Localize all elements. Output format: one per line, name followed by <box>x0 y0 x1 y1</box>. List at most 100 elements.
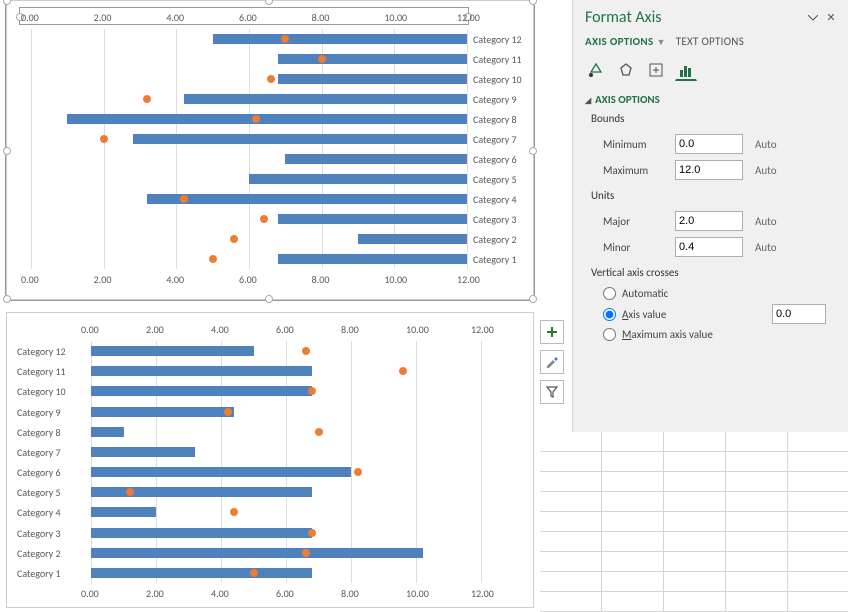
vcross-maxvalue-radio[interactable] <box>603 328 616 341</box>
category-label: Category 3 <box>473 213 517 226</box>
axis-options-icon[interactable] <box>675 59 697 81</box>
chart-1[interactable]: 0.000.002.002.004.004.006.006.008.008.00… <box>6 0 534 300</box>
minor-input[interactable] <box>675 237 743 257</box>
data-point[interactable] <box>230 235 238 243</box>
tab-text-options[interactable]: TEXT OPTIONS <box>676 35 744 51</box>
data-point[interactable] <box>100 135 108 143</box>
data-point[interactable] <box>260 215 268 223</box>
bar[interactable] <box>91 366 312 376</box>
bar[interactable] <box>278 54 467 64</box>
data-point[interactable] <box>318 55 326 63</box>
maximum-label: Maximum <box>603 164 675 177</box>
axis-tick-top: 0.00 <box>21 11 39 24</box>
axis-tick-bottom: 12.00 <box>457 273 480 286</box>
minimum-input[interactable] <box>675 134 743 154</box>
data-point[interactable] <box>354 468 362 476</box>
vcross-label: Vertical axis crosses <box>591 266 836 279</box>
minimum-label: Minimum <box>603 138 675 151</box>
bar[interactable] <box>91 507 156 517</box>
data-point[interactable] <box>315 428 323 436</box>
worksheet-grid[interactable] <box>540 432 848 612</box>
axis-tick-top: 4.00 <box>166 11 184 24</box>
bar[interactable] <box>358 234 467 244</box>
category-label: Category 6 <box>17 466 87 479</box>
bar[interactable] <box>91 407 234 417</box>
fill-line-icon[interactable] <box>585 59 607 81</box>
pane-title: Format Axis <box>585 8 802 27</box>
axis-tick-top: 6.00 <box>239 11 257 24</box>
bar[interactable] <box>91 386 312 396</box>
major-input[interactable] <box>675 211 743 231</box>
data-point[interactable] <box>252 115 260 123</box>
category-label: Category 2 <box>473 233 517 246</box>
tab-axis-options[interactable]: AXIS OPTIONS▼ <box>585 35 666 51</box>
data-point[interactable] <box>302 549 310 557</box>
pane-close-button[interactable]: ✕ <box>824 11 838 25</box>
data-point[interactable] <box>302 347 310 355</box>
data-point[interactable] <box>308 529 316 537</box>
category-label: Category 1 <box>17 567 87 580</box>
data-point[interactable] <box>126 488 134 496</box>
data-point[interactable] <box>399 367 407 375</box>
chart-styles-button[interactable] <box>540 350 564 374</box>
bar[interactable] <box>91 487 312 497</box>
category-label: Category 10 <box>473 73 522 86</box>
bar[interactable] <box>278 74 467 84</box>
chart-filters-button[interactable] <box>540 380 564 404</box>
data-point[interactable] <box>281 35 289 43</box>
data-point[interactable] <box>180 195 188 203</box>
plus-icon <box>546 326 558 338</box>
minimum-auto[interactable]: Auto <box>755 138 777 151</box>
chart-elements-button[interactable] <box>540 320 564 344</box>
chart-2[interactable]: 0.000.002.002.004.004.006.006.008.008.00… <box>6 312 534 608</box>
data-point[interactable] <box>250 569 258 577</box>
axis-tick-bottom: 0.00 <box>81 587 99 600</box>
category-label: Category 2 <box>17 547 87 560</box>
category-label: Category 4 <box>17 506 87 519</box>
bar[interactable] <box>91 528 312 538</box>
bar[interactable] <box>147 194 467 204</box>
data-point[interactable] <box>143 95 151 103</box>
bar[interactable] <box>133 134 467 144</box>
bar[interactable] <box>213 34 467 44</box>
bar[interactable] <box>91 447 195 457</box>
axis-tick-bottom: 8.00 <box>312 273 330 286</box>
category-label: Category 9 <box>473 93 517 106</box>
minor-auto[interactable]: Auto <box>755 241 777 254</box>
bar[interactable] <box>91 548 423 558</box>
vcross-automatic-radio[interactable] <box>603 287 616 300</box>
axis-tick-bottom: 2.00 <box>146 587 164 600</box>
axis-options-section[interactable]: AXIS OPTIONS <box>585 93 836 106</box>
major-auto[interactable]: Auto <box>755 215 777 228</box>
pane-menu-button[interactable] <box>806 11 820 25</box>
bar[interactable] <box>91 568 312 578</box>
effects-icon[interactable] <box>615 59 637 81</box>
vcross-value-input[interactable] <box>772 304 826 324</box>
data-point[interactable] <box>224 408 232 416</box>
bar[interactable] <box>91 427 124 437</box>
bar[interactable] <box>249 174 467 184</box>
bar[interactable] <box>91 467 351 477</box>
category-label: Category 3 <box>17 527 87 540</box>
chart-1-plot: 0.000.002.002.004.004.006.006.008.008.00… <box>31 29 467 269</box>
maximum-auto[interactable]: Auto <box>755 164 777 177</box>
category-label: Category 10 <box>17 385 87 398</box>
data-point[interactable] <box>230 508 238 516</box>
category-label: Category 9 <box>17 406 87 419</box>
bar[interactable] <box>285 154 467 164</box>
bar[interactable] <box>278 254 467 264</box>
bar[interactable] <box>184 94 467 104</box>
bar[interactable] <box>278 214 467 224</box>
bar[interactable] <box>91 346 254 356</box>
axis-tick-bottom: 0.00 <box>21 273 39 286</box>
axis-tick-bottom: 2.00 <box>94 273 112 286</box>
data-point[interactable] <box>308 387 316 395</box>
data-point[interactable] <box>209 255 217 263</box>
maximum-input[interactable] <box>675 160 743 180</box>
axis-tick-top: 10.00 <box>406 323 429 336</box>
vcross-axisvalue-radio[interactable] <box>603 308 616 321</box>
bar[interactable] <box>67 114 467 124</box>
size-properties-icon[interactable] <box>645 59 667 81</box>
data-point[interactable] <box>267 75 275 83</box>
category-label: Category 8 <box>17 426 87 439</box>
